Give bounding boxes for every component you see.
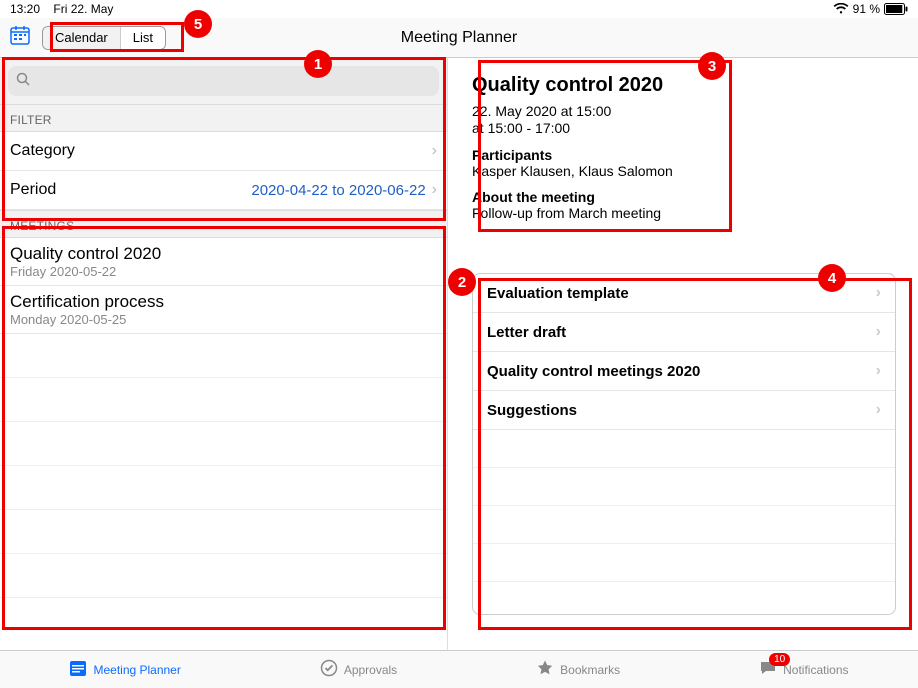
detail-title: Quality control 2020	[472, 74, 896, 97]
view-toggle: Calendar List	[42, 26, 166, 50]
participants-label: Participants	[472, 147, 896, 163]
battery-percent: 91 %	[853, 2, 880, 16]
calendar-small-icon	[69, 659, 87, 680]
tab-approvals[interactable]: Approvals	[320, 659, 397, 680]
filter-period-value: 2020-04-22 to 2020-06-22	[251, 182, 425, 199]
status-date: Fri 22. May	[53, 2, 113, 16]
filter-period-row[interactable]: Period 2020-04-22 to 2020-06-22 ›	[0, 171, 447, 210]
chevron-right-icon: ›	[876, 401, 881, 419]
document-label: Letter draft	[487, 324, 566, 341]
tab-label: Notifications	[783, 663, 848, 677]
chevron-right-icon: ›	[432, 181, 437, 199]
search-icon	[16, 72, 30, 91]
left-pane: FILTER Category › Period 2020-04-22 to 2…	[0, 58, 448, 650]
meeting-item[interactable]: Quality control 2020 Friday 2020-05-22	[0, 238, 447, 286]
filter-header: FILTER	[0, 104, 447, 132]
nav-bar: Calendar List Meeting Planner	[0, 18, 918, 58]
participants: Kasper Klausen, Klaus Salomon	[472, 163, 896, 179]
right-pane: Quality control 2020 22. May 2020 at 15:…	[448, 58, 918, 650]
detail-date: 22. May 2020 at 15:00	[472, 103, 896, 119]
document-label: Suggestions	[487, 402, 577, 419]
notification-badge: 10	[769, 653, 790, 666]
meeting-item[interactable]: Certification process Monday 2020-05-25	[0, 286, 447, 334]
segment-calendar[interactable]: Calendar	[43, 27, 120, 49]
search-input[interactable]	[8, 66, 439, 96]
meetings-header: MEETINGS	[0, 210, 447, 238]
chevron-right-icon: ›	[876, 284, 881, 302]
wifi-icon	[833, 3, 849, 15]
filter-period-label: Period	[10, 181, 56, 199]
empty-list-area	[0, 334, 447, 650]
calendar-icon[interactable]	[10, 25, 30, 50]
page-title: Meeting Planner	[401, 29, 518, 47]
checkmark-circle-icon	[320, 659, 338, 680]
tab-notifications[interactable]: 10 Notifications	[759, 659, 848, 680]
tab-label: Approvals	[344, 663, 397, 677]
star-icon	[536, 659, 554, 680]
meeting-title: Certification process	[10, 292, 437, 312]
meeting-date: Friday 2020-05-22	[10, 264, 437, 279]
about-label: About the meeting	[472, 189, 896, 205]
filter-category-label: Category	[10, 142, 75, 160]
tab-bookmarks[interactable]: Bookmarks	[536, 659, 620, 680]
chevron-right-icon: ›	[432, 142, 437, 160]
document-label: Evaluation template	[487, 285, 629, 302]
meeting-title: Quality control 2020	[10, 244, 437, 264]
battery-icon	[884, 3, 908, 15]
document-row[interactable]: Suggestions ›	[473, 391, 895, 430]
tab-meeting-planner[interactable]: Meeting Planner	[69, 659, 180, 680]
document-row[interactable]: Quality control meetings 2020 ›	[473, 352, 895, 391]
tab-label: Bookmarks	[560, 663, 620, 677]
tab-bar: Meeting Planner Approvals Bookmarks 10 N…	[0, 650, 918, 688]
meeting-date: Monday 2020-05-25	[10, 312, 437, 327]
chevron-right-icon: ›	[876, 323, 881, 341]
tab-label: Meeting Planner	[93, 663, 180, 677]
status-time: 13:20	[10, 2, 40, 16]
document-label: Quality control meetings 2020	[487, 363, 700, 380]
detail-time: at 15:00 - 17:00	[472, 120, 896, 136]
document-row[interactable]: Letter draft ›	[473, 313, 895, 352]
documents-panel: Evaluation template › Letter draft › Qua…	[472, 273, 896, 615]
document-row[interactable]: Evaluation template ›	[473, 274, 895, 313]
filter-category-row[interactable]: Category ›	[0, 132, 447, 171]
segment-list[interactable]: List	[120, 27, 165, 49]
chat-icon: 10	[759, 659, 777, 680]
status-bar: 13:20 Fri 22. May 91 %	[0, 0, 918, 18]
about-text: Follow-up from March meeting	[472, 205, 896, 221]
chevron-right-icon: ›	[876, 362, 881, 380]
